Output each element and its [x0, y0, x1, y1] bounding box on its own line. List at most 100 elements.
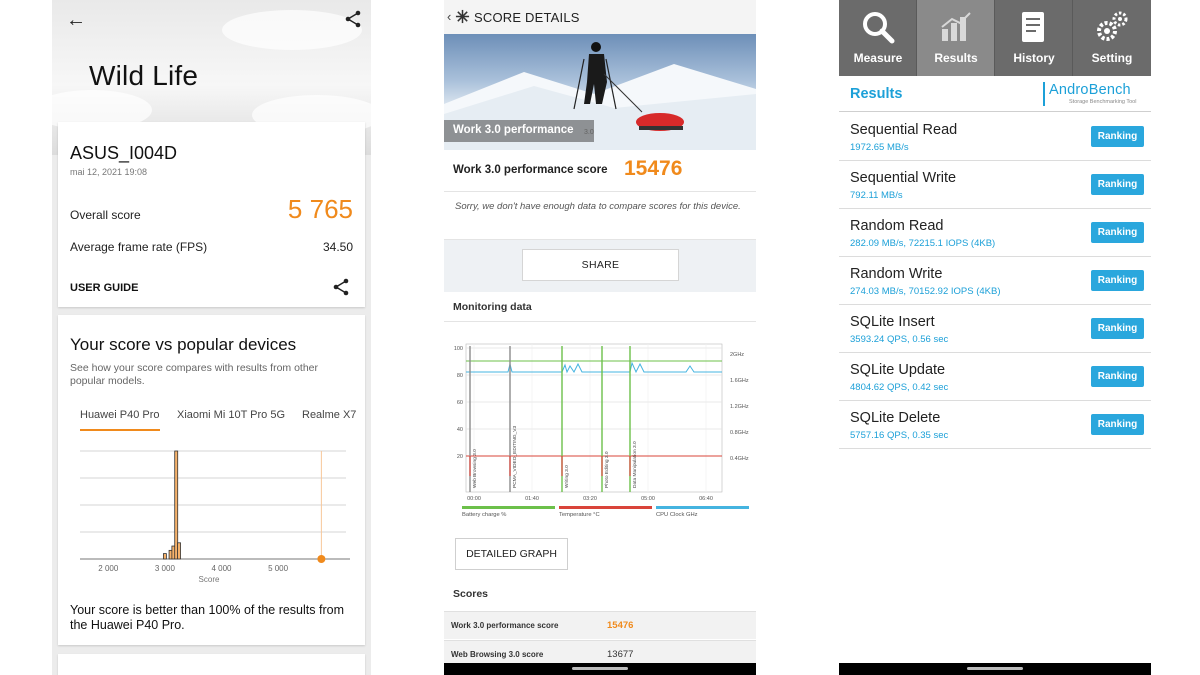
ranking-button[interactable]: Ranking — [1091, 414, 1144, 435]
gears-icon — [1097, 11, 1128, 41]
ranking-button[interactable]: Ranking — [1091, 366, 1144, 387]
score-row-value: 15476 — [607, 620, 634, 631]
y-tick-label: 20 — [457, 454, 463, 460]
header-title: SCORE DETAILS — [474, 10, 580, 25]
nav-measure[interactable]: Measure — [839, 0, 917, 76]
device-name: ASUS_I004D — [70, 143, 178, 163]
result-detail: 792.11 MB/s — [850, 190, 903, 201]
comparison-card: Your score vs popular devices See how yo… — [58, 315, 365, 645]
back-chevron-icon[interactable]: ‹ — [447, 9, 451, 24]
fps-value: 34.50 — [322, 240, 353, 254]
phase-label: PCMA_VIDEO_EDITING_V3 — [512, 426, 518, 488]
device-tabs: Huawei P40 Pro Xiaomi Mi 10T Pro 5G Real… — [70, 409, 360, 433]
share-icon[interactable] — [344, 10, 362, 28]
page-title: Wild Life — [89, 60, 199, 91]
score-row: Work 3.0 performance score 15476 — [444, 611, 756, 639]
x-tick-label: 00:00 — [467, 496, 481, 502]
nav-results[interactable]: Results — [917, 0, 995, 76]
x-tick-label: 5 000 — [268, 564, 289, 573]
result-name: SQLite Insert — [850, 314, 935, 330]
share-icon[interactable] — [332, 278, 350, 296]
score-row-value: 13677 — [607, 649, 634, 660]
result-item: Sequential Write 792.11 MB/s Ranking — [839, 161, 1151, 209]
score-label: Work 3.0 performance score — [453, 164, 608, 176]
result-detail: 5757.16 QPS, 0.35 sec — [850, 430, 949, 441]
nav-history[interactable]: History — [995, 0, 1073, 76]
bar-chart-icon — [941, 12, 971, 41]
user-guide-link[interactable]: USER GUIDE — [70, 282, 138, 294]
share-button[interactable]: SHARE — [522, 249, 679, 281]
home-handle[interactable] — [572, 667, 628, 670]
ranking-button[interactable]: Ranking — [1091, 174, 1144, 195]
results-title: Results — [850, 86, 903, 102]
result-name: Sequential Read — [850, 122, 958, 138]
magnifier-icon — [863, 12, 895, 44]
nav-setting[interactable]: Setting — [1073, 0, 1151, 76]
phase-label: Web Browsing 3.0 — [472, 449, 478, 488]
monitoring-title: Monitoring data — [453, 301, 532, 313]
androbench-screen: Measure Results History Setting Results … — [839, 0, 1151, 675]
result-name: Sequential Write — [850, 170, 957, 186]
ranking-button[interactable]: Ranking — [1091, 270, 1144, 291]
overall-score-value: 5 765 — [287, 194, 353, 224]
score-card: ASUS_I004D mai 12, 2021 19:08 Overall sc… — [58, 122, 365, 307]
result-name: Random Write — [850, 266, 943, 282]
logo-tagline: Storage Benchmarking Tool — [1069, 99, 1137, 105]
score-line: Work 3.0 performance score 15476 — [444, 150, 756, 192]
detailed-graph-button[interactable]: DETAILED GRAPH — [455, 538, 568, 570]
result-item: Random Read 282.09 MB/s, 72215.1 IOPS (4K… — [839, 209, 1151, 257]
benchmark-banner: 3.0 Work 3.0 performance — [444, 34, 756, 150]
y-tick-label: 80 — [457, 373, 463, 379]
plot-area — [465, 343, 723, 493]
banner-label: Work 3.0 performance — [453, 124, 574, 136]
x-tick-label: 01:40 — [525, 496, 539, 502]
back-arrow-icon[interactable]: ← — [66, 9, 86, 32]
result-item: Random Write 274.03 MB/s, 70152.92 IOPS (… — [839, 257, 1151, 305]
tab-xiaomi-mi-10t-pro[interactable]: Xiaomi Mi 10T Pro 5G — [177, 409, 285, 421]
overall-score-label: Overall score — [70, 208, 141, 222]
score-row-label: Work 3.0 performance score — [451, 621, 559, 630]
app-header: ‹ SCORE DETAILS — [444, 0, 756, 34]
distribution-bar — [177, 542, 181, 560]
result-item: SQLite Delete 5757.16 QPS, 0.35 sec Rankin… — [839, 401, 1151, 449]
home-handle[interactable] — [967, 667, 1023, 670]
frequency-tick-label: 2GHz — [730, 352, 744, 358]
result-item: SQLite Update 4804.62 QPS, 0.42 sec Rankin… — [839, 353, 1151, 401]
legend-label: Temperature °C — [559, 512, 600, 518]
androbench-logo: AndroBench Storage Benchmarking Tool — [1043, 82, 1143, 106]
ranking-button[interactable]: Ranking — [1091, 126, 1144, 147]
frequency-tick-label: 1.2GHz — [730, 404, 749, 410]
x-tick-label: 05:00 — [641, 496, 655, 502]
tab-realme-x7[interactable]: Realme X7 — [302, 409, 356, 421]
frequency-tick-label: 1.6GHz — [730, 378, 749, 384]
x-tick-label: 03:20 — [583, 496, 597, 502]
comparison-subtitle: See how your score compares with results… — [70, 362, 319, 387]
distribution-bar — [162, 553, 167, 560]
legend-label: CPU Clock GHz — [656, 512, 698, 518]
ranking-button[interactable]: Ranking — [1091, 318, 1144, 339]
snowflake-logo-icon — [455, 9, 470, 24]
test-date: mai 12, 2021 19:08 — [70, 167, 148, 177]
tab-huawei-p40-pro[interactable]: Huawei P40 Pro — [80, 409, 160, 431]
fps-label: Average frame rate (FPS) — [70, 240, 207, 254]
result-detail: 4804.62 QPS, 0.42 sec — [850, 382, 949, 393]
document-icon — [1022, 12, 1044, 42]
result-detail: 282.09 MB/s, 72215.1 IOPS (4KB) — [850, 238, 996, 249]
logo-text: AndroBench — [1049, 82, 1131, 98]
top-navigation: Measure Results History Setting — [839, 0, 1151, 76]
comparison-verdict: Your score is better than 100% of the re… — [70, 603, 344, 632]
frequency-tick-label: 0.4GHz — [730, 456, 749, 462]
scores-heading: Scores — [453, 588, 489, 600]
next-card — [58, 654, 365, 675]
no-data-notice: Sorry, we don't have enough data to comp… — [444, 192, 756, 240]
legend-swatch — [559, 506, 652, 509]
nav-label: History — [1013, 51, 1055, 65]
pcmark-screen: ‹ SCORE DETAILS 3.0 Work 3.0 performance… — [444, 0, 756, 675]
wildlife-screen: ← Wild Life ASUS_I004D mai 12, 2021 19:0… — [52, 0, 371, 675]
result-detail: 1972.65 MB/s — [850, 142, 909, 153]
ranking-button[interactable]: Ranking — [1091, 222, 1144, 243]
phase-label: Data Manipulation 3.0 — [632, 441, 638, 488]
score-value: 15476 — [624, 157, 683, 180]
your-score-marker — [317, 555, 326, 563]
share-area: SHARE — [444, 240, 756, 292]
